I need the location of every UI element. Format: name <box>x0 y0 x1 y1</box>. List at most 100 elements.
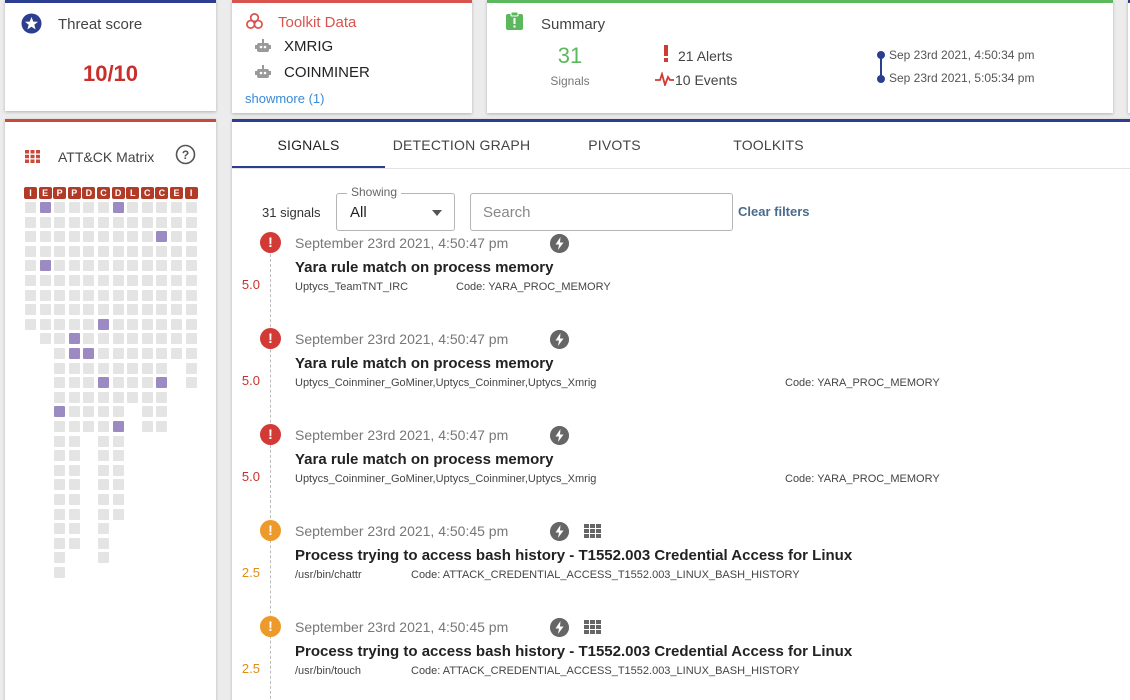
matrix-cell[interactable] <box>185 318 197 330</box>
matrix-cell[interactable] <box>98 523 109 535</box>
tactic-header[interactable]: E <box>170 187 183 199</box>
attack-grid-icon[interactable] <box>584 620 601 634</box>
matrix-cell[interactable] <box>83 245 95 257</box>
matrix-cell[interactable] <box>98 537 109 549</box>
matrix-cell[interactable] <box>68 435 80 447</box>
matrix-cell[interactable] <box>112 304 124 316</box>
matrix-cell[interactable] <box>68 450 80 462</box>
matrix-cell[interactable] <box>156 202 168 213</box>
matrix-cell[interactable] <box>98 289 109 301</box>
matrix-cell[interactable] <box>98 318 109 330</box>
tactic-header[interactable]: C <box>155 187 169 199</box>
matrix-cell[interactable] <box>141 231 153 243</box>
matrix-cell[interactable] <box>83 421 95 432</box>
matrix-cell[interactable] <box>98 333 109 345</box>
matrix-cell[interactable] <box>112 202 124 213</box>
matrix-cell[interactable] <box>112 260 124 272</box>
tab-toolkits[interactable]: TOOLKITS <box>692 122 845 168</box>
matrix-cell[interactable] <box>98 391 109 403</box>
matrix-cell[interactable] <box>54 391 66 403</box>
matrix-cell[interactable] <box>98 406 109 418</box>
signal-row[interactable]: ! September 23rd 2021, 4:50:45 pm Proces… <box>232 520 1130 616</box>
matrix-cell[interactable] <box>98 421 109 432</box>
matrix-cell[interactable] <box>68 362 80 374</box>
matrix-cell[interactable] <box>141 245 153 257</box>
matrix-cell[interactable] <box>185 245 197 257</box>
matrix-cell[interactable] <box>98 202 109 213</box>
signal-row[interactable]: ! September 23rd 2021, 4:50:47 pm Yara r… <box>232 424 1130 520</box>
matrix-cell[interactable] <box>156 245 168 257</box>
matrix-cell[interactable] <box>83 318 95 330</box>
matrix-cell[interactable] <box>112 464 124 476</box>
matrix-cell[interactable] <box>25 245 36 257</box>
matrix-cell[interactable] <box>112 377 124 389</box>
matrix-cell[interactable] <box>141 216 153 228</box>
matrix-cell[interactable] <box>141 304 153 316</box>
tactic-header[interactable]: E <box>38 187 52 199</box>
lightning-icon[interactable] <box>550 330 569 349</box>
matrix-cell[interactable] <box>171 216 182 228</box>
matrix-cell[interactable] <box>54 260 66 272</box>
matrix-cell[interactable] <box>54 479 66 491</box>
matrix-cell[interactable] <box>171 318 182 330</box>
tactic-header[interactable]: P <box>53 187 67 199</box>
matrix-cell[interactable] <box>68 464 80 476</box>
matrix-cell[interactable] <box>98 494 109 505</box>
matrix-cell[interactable] <box>68 333 80 345</box>
matrix-cell[interactable] <box>25 289 36 301</box>
matrix-cell[interactable] <box>68 202 80 213</box>
matrix-cell[interactable] <box>68 537 80 549</box>
matrix-cell[interactable] <box>156 289 168 301</box>
lightning-icon[interactable] <box>550 234 569 253</box>
matrix-cell[interactable] <box>98 435 109 447</box>
matrix-cell[interactable] <box>156 304 168 316</box>
showmore-link[interactable]: showmore (1) <box>245 91 324 106</box>
matrix-cell[interactable] <box>185 362 197 374</box>
matrix-cell[interactable] <box>171 289 182 301</box>
matrix-cell[interactable] <box>141 377 153 389</box>
lightning-icon[interactable] <box>550 426 569 445</box>
matrix-cell[interactable] <box>127 318 139 330</box>
matrix-cell[interactable] <box>127 362 139 374</box>
matrix-cell[interactable] <box>112 231 124 243</box>
matrix-cell[interactable] <box>185 275 197 286</box>
matrix-cell[interactable] <box>25 304 36 316</box>
matrix-cell[interactable] <box>127 333 139 345</box>
matrix-cell[interactable] <box>98 304 109 316</box>
tactic-header[interactable]: I <box>184 187 198 199</box>
lightning-icon[interactable] <box>550 522 569 541</box>
tactic-header[interactable]: D <box>82 187 96 199</box>
matrix-cell[interactable] <box>68 479 80 491</box>
matrix-cell[interactable] <box>54 202 66 213</box>
matrix-cell[interactable] <box>185 333 197 345</box>
matrix-cell[interactable] <box>54 494 66 505</box>
matrix-cell[interactable] <box>156 377 168 389</box>
matrix-cell[interactable] <box>98 479 109 491</box>
matrix-cell[interactable] <box>25 202 36 213</box>
matrix-cell[interactable] <box>156 421 168 432</box>
matrix-cell[interactable] <box>39 216 51 228</box>
matrix-cell[interactable] <box>68 348 80 359</box>
signal-row[interactable]: ! September 23rd 2021, 4:50:47 pm Yara r… <box>232 232 1130 328</box>
matrix-cell[interactable] <box>112 508 124 520</box>
matrix-cell[interactable] <box>68 304 80 316</box>
matrix-cell[interactable] <box>39 245 51 257</box>
matrix-cell[interactable] <box>156 231 168 243</box>
matrix-cell[interactable] <box>54 348 66 359</box>
matrix-cell[interactable] <box>68 260 80 272</box>
tactic-header[interactable]: I <box>24 187 37 199</box>
matrix-cell[interactable] <box>83 362 95 374</box>
matrix-cell[interactable] <box>68 508 80 520</box>
matrix-cell[interactable] <box>54 216 66 228</box>
matrix-cell[interactable] <box>54 523 66 535</box>
matrix-cell[interactable] <box>171 348 182 359</box>
matrix-cell[interactable] <box>141 202 153 213</box>
matrix-cell[interactable] <box>141 406 153 418</box>
matrix-cell[interactable] <box>54 421 66 432</box>
matrix-cell[interactable] <box>112 406 124 418</box>
matrix-cell[interactable] <box>54 552 66 564</box>
matrix-cell[interactable] <box>156 348 168 359</box>
matrix-cell[interactable] <box>98 552 109 564</box>
matrix-cell[interactable] <box>39 289 51 301</box>
matrix-cell[interactable] <box>98 245 109 257</box>
